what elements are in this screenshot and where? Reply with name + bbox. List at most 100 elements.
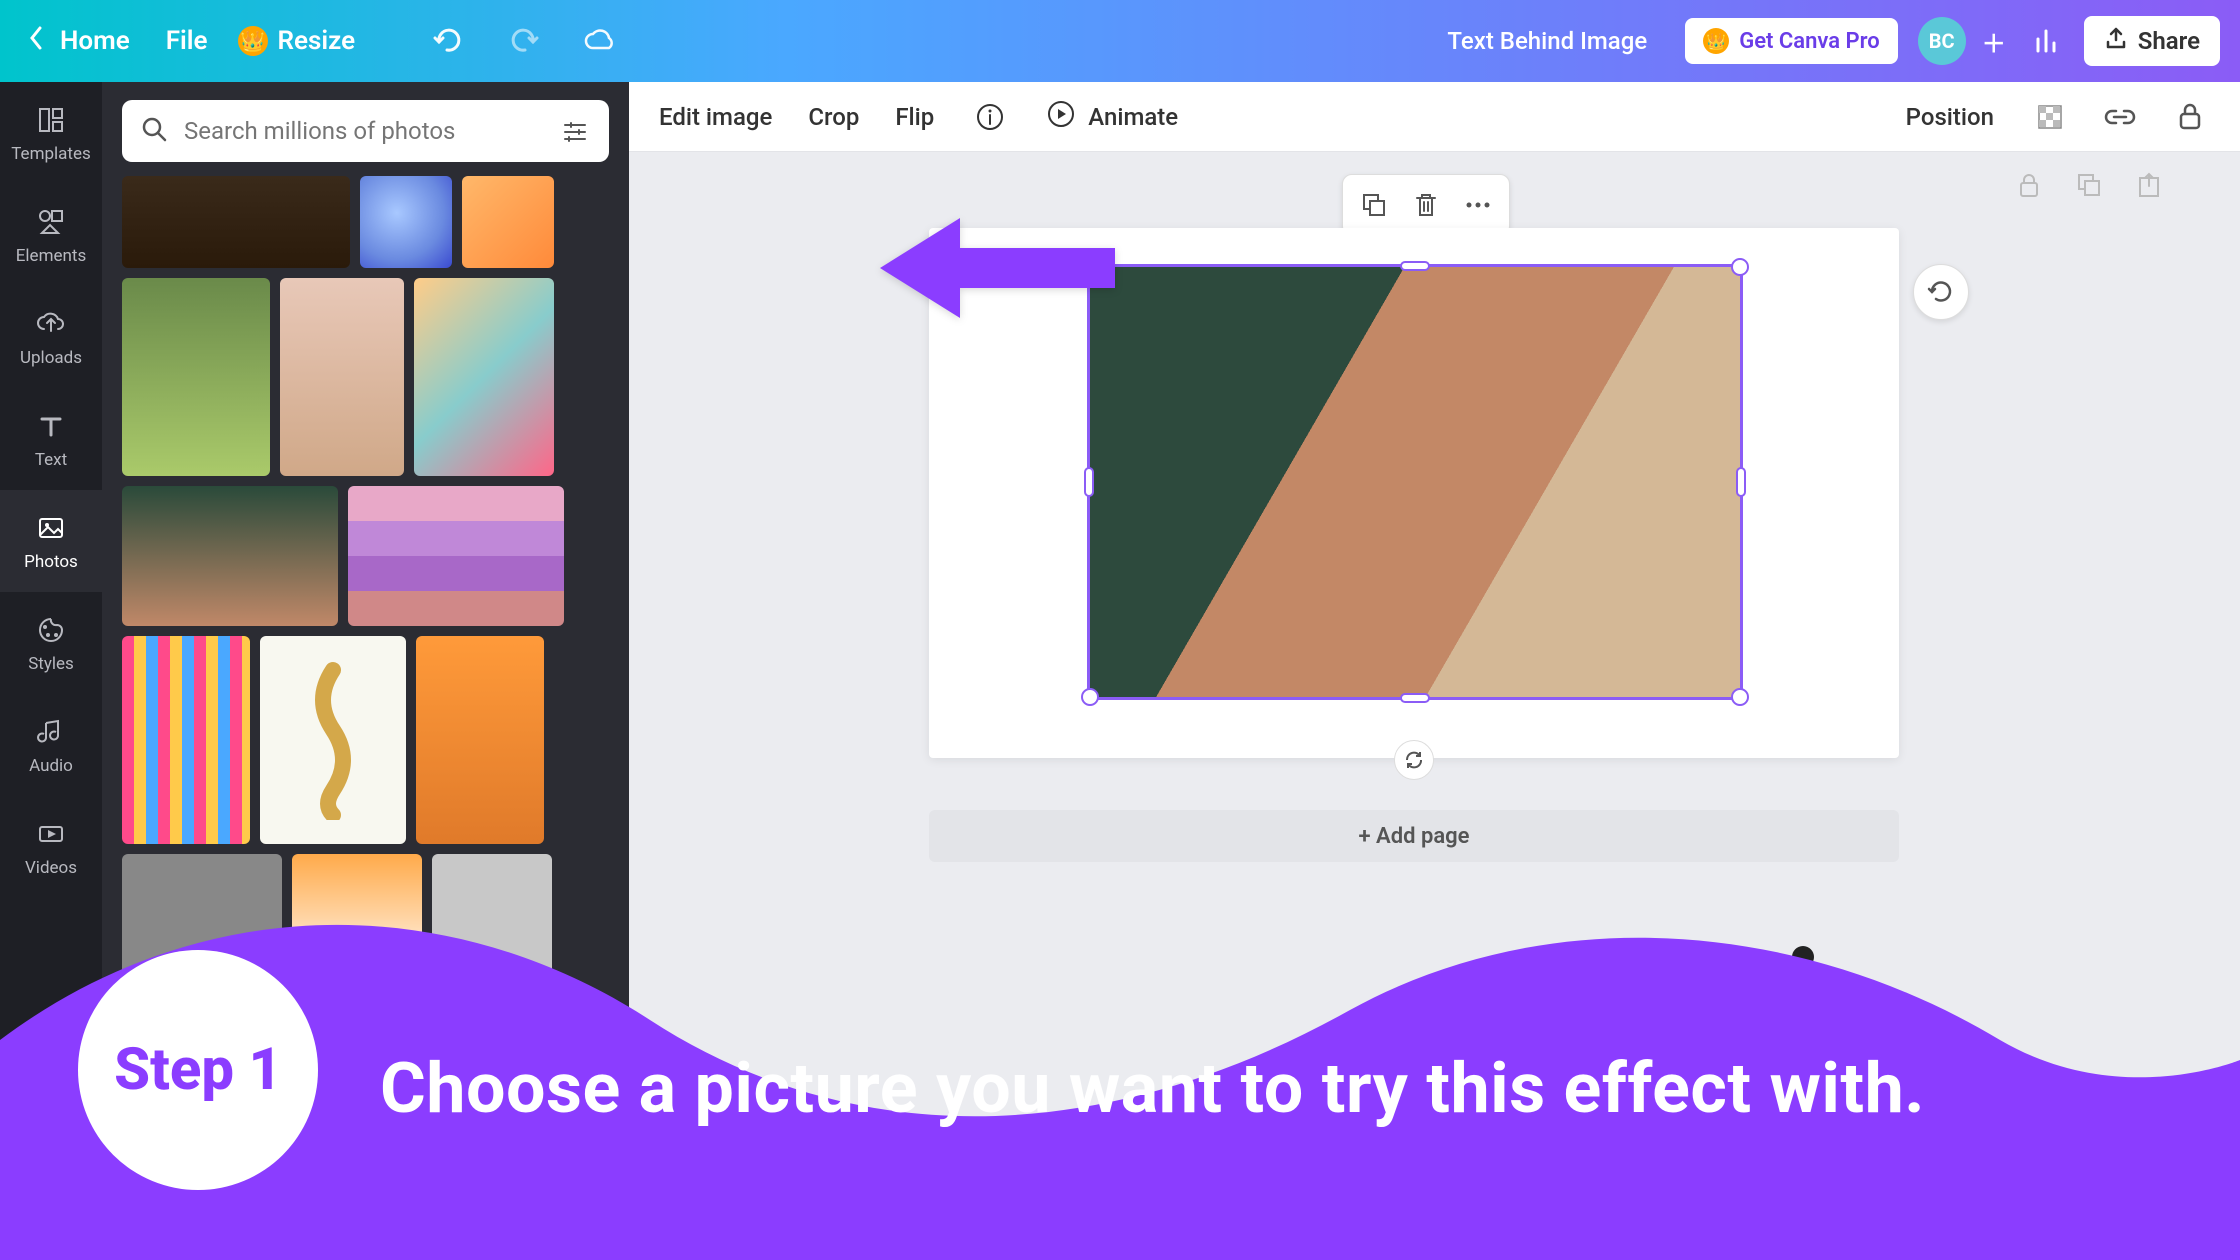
photo-grid [122,176,609,982]
element-floating-toolbar [1342,174,1510,236]
rail-text[interactable]: Text [0,388,102,490]
photo-thumb[interactable] [260,636,406,844]
more-button[interactable] [1453,183,1503,227]
audio-icon [33,714,69,750]
topbar-history-icons [431,24,617,58]
templates-icon [33,102,69,138]
position-button[interactable]: Position [1906,103,1994,131]
rail-label: Styles [28,654,74,674]
rail-label: Videos [25,858,77,878]
crown-icon: 👑 [238,26,268,56]
upload-icon [2104,26,2128,56]
rail-photos[interactable]: Photos [0,490,102,592]
search-icon [140,115,168,147]
photos-icon [33,510,69,546]
photo-thumb[interactable] [122,636,250,844]
delete-button[interactable] [1401,183,1451,227]
resize-handle-br[interactable] [1731,688,1749,706]
photo-thumb[interactable] [122,486,338,626]
add-member-button[interactable]: ＋ [1976,23,2012,59]
document-title[interactable]: Text Behind Image [1447,27,1647,55]
home-label: Home [60,26,130,56]
topbar-right: Text Behind Image 👑 Get Canva Pro BC ＋ S… [1447,16,2220,66]
resync-button[interactable] [1394,740,1434,780]
text-icon [33,408,69,444]
context-toolbar: Edit image Crop Flip Animate Position [629,82,2240,152]
rail-videos[interactable]: Videos [0,796,102,898]
animate-label: Animate [1088,103,1178,131]
resize-handle-tr[interactable] [1731,258,1749,276]
topbar-left: Home File 👑 Resize [20,24,617,59]
share-button[interactable]: Share [2084,16,2220,66]
rail-label: Elements [16,246,86,266]
resize-handle-b[interactable] [1400,693,1430,703]
transparency-button[interactable] [2030,97,2070,137]
info-icon[interactable] [970,97,1010,137]
animate-button[interactable]: Animate [1046,99,1178,135]
duplicate-button[interactable] [1349,183,1399,227]
rail-styles[interactable]: Styles [0,592,102,694]
lock-button[interactable] [2170,97,2210,137]
top-bar: Home File 👑 Resize Text Behind Image 👑 G… [0,0,2240,82]
chevron-left-icon [26,24,46,59]
share-label: Share [2138,27,2200,55]
rail-elements[interactable]: Elements [0,184,102,286]
file-menu[interactable]: File [166,26,208,56]
page-actions [2016,172,2162,204]
home-button[interactable]: Home [20,24,136,59]
resize-button[interactable]: 👑 Resize [238,26,356,56]
rail-label: Audio [29,756,73,776]
filter-icon[interactable] [559,115,591,147]
rail-audio[interactable]: Audio [0,694,102,796]
link-button[interactable] [2100,97,2140,137]
annotation-arrow-icon [860,198,1125,342]
page-export-icon[interactable] [2136,172,2162,204]
photo-thumb[interactable] [280,278,404,476]
search-input[interactable] [184,117,543,145]
photo-thumb[interactable] [414,278,554,476]
cloud-sync-icon[interactable] [583,24,617,58]
redo-button[interactable] [507,24,541,58]
photo-thumb[interactable] [122,176,350,268]
photo-thumb[interactable] [432,854,552,982]
step-instruction: Choose a picture you want to try this ef… [380,1048,1925,1130]
rail-templates[interactable]: Templates [0,82,102,184]
rail-label: Photos [24,552,78,572]
resize-label: Resize [278,26,356,56]
photo-thumb[interactable] [360,176,452,268]
photo-thumb[interactable] [122,278,270,476]
avatar[interactable]: BC [1918,17,1966,65]
crop-button[interactable]: Crop [808,103,859,131]
search-box [122,100,609,162]
edit-image-button[interactable]: Edit image [659,103,772,131]
selected-image[interactable] [1087,264,1743,700]
animate-icon [1046,99,1076,135]
zoom-slider-thumb[interactable] [1792,946,1814,968]
styles-icon [33,612,69,648]
uploads-icon [33,306,69,342]
rail-label: Text [35,450,67,470]
crown-icon: 👑 [1703,28,1729,54]
resize-handle-bl[interactable] [1081,688,1099,706]
resize-handle-t[interactable] [1400,261,1430,271]
flip-button[interactable]: Flip [895,103,934,131]
resize-handle-r[interactable] [1736,467,1746,497]
replace-image-button[interactable] [1913,264,1969,320]
resize-handle-l[interactable] [1084,467,1094,497]
add-page-button[interactable]: + Add page [929,810,1899,862]
rail-label: Templates [11,144,91,164]
videos-icon [33,816,69,852]
photo-thumb[interactable] [416,636,544,844]
rail-uploads[interactable]: Uploads [0,286,102,388]
photo-thumb[interactable] [292,854,422,982]
photo-thumb[interactable] [348,486,564,626]
undo-button[interactable] [431,24,465,58]
get-pro-button[interactable]: 👑 Get Canva Pro [1685,18,1898,64]
step-badge: Step 1 [78,950,318,1190]
insights-button[interactable] [2032,25,2064,57]
elements-icon [33,204,69,240]
get-pro-label: Get Canva Pro [1739,29,1880,54]
photo-thumb[interactable] [462,176,554,268]
page-lock-icon[interactable] [2016,172,2042,204]
page-duplicate-icon[interactable] [2076,172,2102,204]
